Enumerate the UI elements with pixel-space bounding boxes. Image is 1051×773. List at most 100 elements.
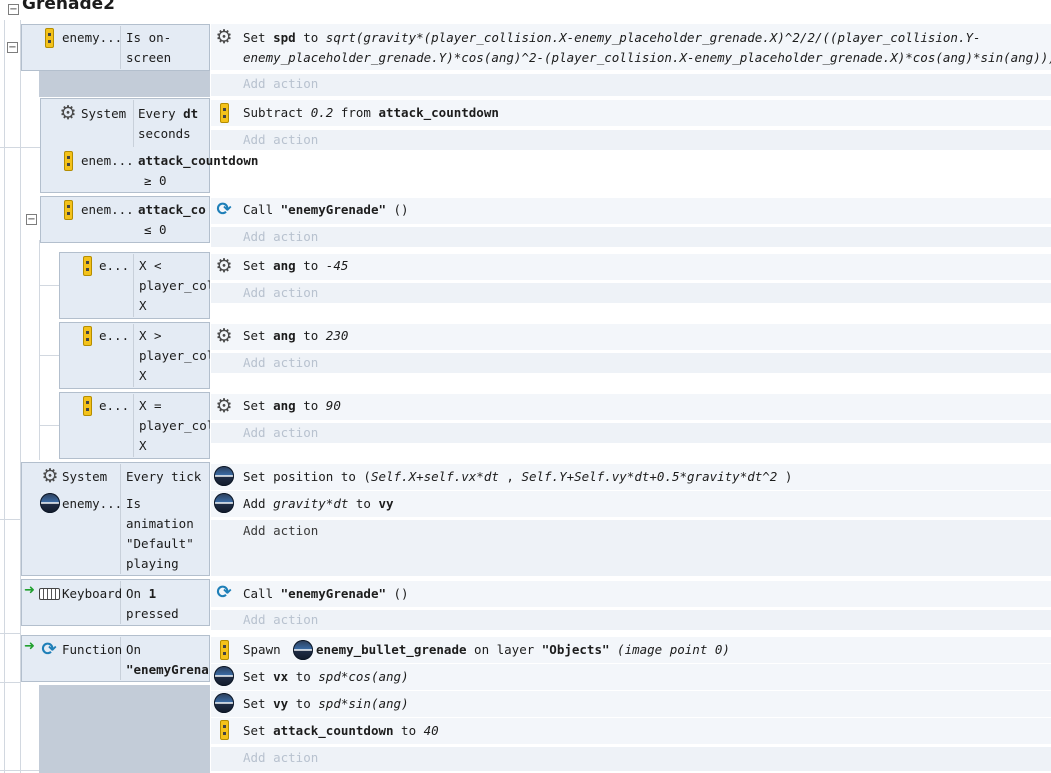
add-action-row[interactable] <box>211 353 1051 373</box>
tree-line <box>0 682 20 683</box>
condition-object: e... <box>99 328 130 343</box>
condition-text: playing <box>126 556 179 571</box>
condition-text: X <box>139 298 147 313</box>
condition-object: System <box>62 469 108 484</box>
add-action-link[interactable]: Add action <box>243 521 318 541</box>
action-text: Subtract 0.2 from attack_countdown <box>243 105 499 120</box>
action-text: Set ang to 230 <box>243 328 349 343</box>
condition-text: Every dt <box>138 106 199 121</box>
add-action-row[interactable] <box>211 610 1051 630</box>
group-collapse-toggle[interactable]: − <box>8 4 19 15</box>
action-text: Add gravity*dt to vy <box>243 496 394 511</box>
condition-text: X <box>139 368 147 383</box>
instance-variable-icon <box>83 396 92 416</box>
add-action-link[interactable]: Add action <box>243 353 318 373</box>
condition-divider <box>120 464 121 574</box>
condition-text: player_col <box>139 418 210 433</box>
action-text: Set spd to sqrt(gravity*(player_collisio… <box>243 30 981 45</box>
add-action-link[interactable]: Add action <box>243 283 318 303</box>
action-text: Set ang to -45 <box>243 258 349 273</box>
instance-variable-icon <box>220 720 229 740</box>
action-text: Set position to (Self.X+self.vx*dt , Sel… <box>243 469 793 484</box>
action-text: Set vx to spd*cos(ang) <box>243 669 409 684</box>
gear-icon: ⚙ <box>41 465 59 487</box>
sprite-icon <box>293 640 313 660</box>
action-text: Set attack_countdown to 40 <box>243 723 439 738</box>
event-collapse-toggle[interactable]: − <box>7 42 18 53</box>
action-text: Set ang to 90 <box>243 398 341 413</box>
tree-line <box>39 355 59 356</box>
condition-text: ≥ 0 <box>144 173 167 188</box>
add-action-row[interactable] <box>211 130 1051 150</box>
condition-object: System <box>81 106 127 121</box>
condition-divider <box>133 254 134 317</box>
condition-text: On 1 <box>126 586 157 601</box>
condition-text: Is on- <box>126 30 172 45</box>
condition-text: "enemyGrena <box>126 662 209 677</box>
add-action-link[interactable]: Add action <box>243 227 318 247</box>
subevent-indent <box>39 685 210 773</box>
function-loop-icon: ⟳ <box>216 582 232 603</box>
function-loop-icon: ⟳ <box>41 639 57 660</box>
condition-text: X <box>139 438 147 453</box>
tree-line <box>39 240 40 460</box>
condition-text: On <box>126 642 142 657</box>
add-action-link[interactable]: Add action <box>243 423 318 443</box>
tree-line <box>0 147 40 148</box>
add-action-link[interactable]: Add action <box>243 610 318 630</box>
tree-line <box>0 633 20 634</box>
add-action-link[interactable]: Add action <box>243 74 318 94</box>
condition-object: enemy... <box>62 30 123 45</box>
sprite-icon <box>214 666 234 686</box>
add-action-row[interactable] <box>211 74 1051 96</box>
add-action-link[interactable]: Add action <box>243 130 318 150</box>
instance-variable-icon <box>220 103 229 123</box>
group-title[interactable]: Grenade2 <box>22 0 115 14</box>
instance-variable-icon <box>83 256 92 276</box>
sprite-icon <box>214 493 234 513</box>
condition-text: pressed <box>126 606 179 621</box>
condition-text: X = <box>139 398 162 413</box>
condition-text: player_col <box>139 278 210 293</box>
condition-object: enemy... <box>62 496 123 511</box>
instance-variable-icon <box>64 200 73 220</box>
action-text: Set vy to spd*sin(ang) <box>243 696 409 711</box>
condition-text: X < <box>139 258 162 273</box>
add-action-row[interactable] <box>211 283 1051 303</box>
condition-text: X > <box>139 328 162 343</box>
action-text: Call "enemyGrenade" () <box>243 202 409 217</box>
keyboard-icon <box>39 588 60 600</box>
add-action-row[interactable] <box>211 520 1051 576</box>
trigger-arrow-icon: ➜ <box>24 639 35 654</box>
condition-object: enem... <box>81 202 134 217</box>
tree-line <box>39 425 59 426</box>
condition-text: attack_countdown <box>138 153 259 168</box>
event-collapse-toggle[interactable]: − <box>26 214 37 225</box>
condition-text: player_col <box>139 348 210 363</box>
action-text: Call "enemyGrenade" () <box>243 586 409 601</box>
action-text: enemy_bullet_grenade on layer "Objects" … <box>316 642 730 657</box>
gear-icon: ⚙ <box>215 255 233 277</box>
condition-text: animation <box>126 516 194 531</box>
condition-text: ≤ 0 <box>144 222 167 237</box>
condition-text: Is <box>126 496 142 511</box>
subevent-indent <box>39 71 210 97</box>
sprite-icon <box>40 493 60 513</box>
sprite-icon <box>214 466 234 486</box>
condition-divider <box>133 324 134 387</box>
condition-text: screen <box>126 50 172 65</box>
add-action-row[interactable] <box>211 747 1051 771</box>
trigger-arrow-icon: ➜ <box>24 583 35 598</box>
condition-object: e... <box>99 398 130 413</box>
gear-icon: ⚙ <box>59 102 77 124</box>
condition-object: Keyboard <box>62 586 123 601</box>
condition-divider <box>133 394 134 457</box>
add-action-row[interactable] <box>211 227 1051 247</box>
add-action-link[interactable]: Add action <box>243 748 318 768</box>
gear-icon: ⚙ <box>215 26 233 48</box>
tree-line <box>4 20 5 773</box>
sprite-icon <box>214 693 234 713</box>
add-action-row[interactable] <box>211 423 1051 443</box>
instance-variable-icon <box>220 640 229 660</box>
gear-icon: ⚙ <box>215 325 233 347</box>
